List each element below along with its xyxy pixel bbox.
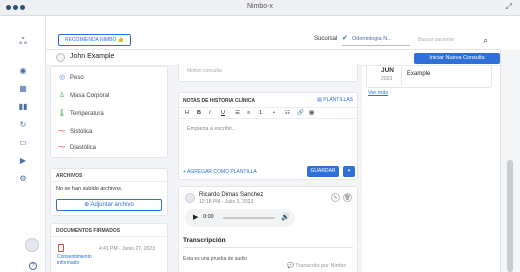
vital-item-temperature[interactable]: 🌡 Temperatura: [57, 109, 104, 117]
sucursal-label: Sucursal: [314, 36, 338, 42]
image-button[interactable]: ▦: [309, 110, 314, 116]
window-title: Nimbo-x: [246, 3, 274, 10]
templates-button[interactable]: ▤ PLANTILLAS: [317, 97, 353, 103]
notes-title: NOTAS DE HISTORIA CLÍNICA: [183, 98, 256, 104]
divider: [183, 247, 353, 248]
bold-button[interactable]: B: [197, 110, 201, 116]
heading-button[interactable]: H: [185, 110, 189, 116]
align-center-button[interactable]: ≡: [247, 110, 250, 116]
delete-icon[interactable]: 🗑: [343, 193, 352, 202]
files-card: ARCHIVOS No se han subido archivos. ⊕ Ad…: [50, 168, 168, 216]
transcription-title: Transcripción: [183, 237, 226, 244]
vital-item-systolic[interactable]: ⁓ Sistólica: [57, 127, 93, 135]
ordered-list-button[interactable]: 1.: [259, 110, 264, 116]
new-consult-button[interactable]: Iniciar Nueva Consulta: [414, 53, 500, 64]
person-icon: ♙: [58, 92, 66, 99]
patient-name: John Example: [70, 53, 115, 60]
fullscreen-icon[interactable]: ⤢: [506, 2, 512, 12]
appointment-title: Example: [407, 71, 431, 77]
bullet-list-button[interactable]: •: [273, 110, 275, 116]
sidebar-chat-icon[interactable]: ▭: [0, 138, 46, 147]
vital-item-diastolic[interactable]: ⁓ Diastólica: [57, 143, 97, 151]
recommend-button[interactable]: RECOMIENDA NIMBO 👍: [58, 34, 132, 46]
reason-card: Motivo consulta: [178, 64, 358, 82]
sidebar-calendar-icon[interactable]: ▦: [0, 84, 46, 93]
scrollbar-thumb[interactable]: [507, 160, 513, 272]
check-icon: ✔: [342, 35, 348, 42]
sidebar: ஃ ◉ ▦ ▮▮ ↻ ▭ ▶ ⚙: [0, 16, 46, 272]
transcription-text: Esta es una prueba de audio: [183, 256, 247, 262]
files-empty-text: No se han subido archivos.: [56, 186, 123, 192]
audio-progress-bar[interactable]: [223, 217, 275, 219]
align-left-button[interactable]: ☰: [235, 110, 240, 116]
user-avatar[interactable]: [25, 238, 39, 252]
edit-icon[interactable]: ✎: [331, 193, 340, 202]
divider: [401, 67, 402, 85]
document-date: 4:41 PM - Junio 27, 2023: [99, 246, 155, 252]
divider: [51, 181, 167, 182]
sidebar-reports-icon[interactable]: ▮▮: [0, 102, 46, 111]
thermometer-icon: 🌡: [57, 110, 67, 117]
italic-button[interactable]: I: [209, 110, 211, 116]
window-titlebar: Nimbo-x ⤢: [0, 0, 520, 16]
save-button[interactable]: GUARDAR: [307, 166, 339, 177]
pdf-icon: [58, 244, 64, 252]
divider: [51, 236, 167, 237]
scrollbar[interactable]: [500, 50, 520, 272]
vital-item-weight[interactable]: ◎ Peso: [57, 73, 84, 81]
add-template-button[interactable]: + AGREGAR COMO PLANTILLA: [183, 169, 257, 175]
sucursal-select[interactable]: ✔ Odontologia N...: [342, 32, 410, 46]
notes-editor[interactable]: Empieza a escribir...: [187, 126, 237, 132]
right-panel: JUN 2023 Example: [362, 66, 500, 272]
heartbeat-icon: ⁓: [58, 144, 66, 151]
sidebar-history-icon[interactable]: ↻: [0, 120, 46, 129]
save-options-button[interactable]: ▾: [343, 166, 355, 177]
link-button[interactable]: 🔗: [297, 110, 304, 116]
entry-author: Ricardo Dimas Sanchez: [199, 192, 264, 198]
entry-time: 12:18 PM - Julio 3, 2023: [199, 199, 254, 205]
heartbeat-icon: ⁓: [58, 128, 66, 135]
reason-input[interactable]: Motivo consulta: [187, 68, 222, 74]
see-more-link[interactable]: Ver más: [368, 90, 388, 96]
signed-documents-card: DOCUMENTOS FIRMADOS Consentimiento infor…: [50, 223, 168, 272]
vitals-card: ◎ Peso ♙ Masa Corporal 🌡 Temperatura ⁓ Sistó…: [50, 66, 168, 158]
document-link[interactable]: Consentimiento informado: [57, 254, 97, 266]
editor-toolbar: H B I U ☰ ≡ 1. • ☷ 🔗 ▦: [179, 107, 357, 119]
audio-time: 0:00: [203, 214, 214, 220]
help-icon[interactable]: ?: [29, 262, 37, 270]
sidebar-video-icon[interactable]: ▶: [0, 156, 46, 165]
underline-button[interactable]: U: [221, 110, 225, 116]
docs-title: DOCUMENTOS FIRMADOS: [56, 228, 121, 234]
files-title: ARCHIVOS: [56, 173, 83, 179]
patient-avatar: [56, 53, 65, 62]
sidebar-settings-icon[interactable]: ⚙: [0, 174, 46, 183]
scale-icon: ◎: [58, 74, 66, 81]
audio-player[interactable]: ▶ 0:00 🔊: [185, 209, 295, 227]
play-icon[interactable]: ▶: [193, 213, 198, 221]
search-icon[interactable]: ⌕: [484, 36, 488, 46]
appointment-card[interactable]: JUN 2023 Example: [366, 66, 492, 88]
transcribed-by-label: 💬 Transcrito por Nimbo: [287, 263, 347, 269]
appointment-month: JUN: [381, 67, 395, 74]
nimbo-logo-icon[interactable]: ஃ: [0, 36, 46, 48]
author-avatar: [185, 193, 195, 203]
volume-icon[interactable]: 🔊: [281, 213, 290, 221]
upload-file-button[interactable]: ⊕ Adjuntar archivo: [56, 199, 162, 211]
sidebar-patients-icon[interactable]: ◉: [0, 66, 46, 75]
appointment-year: 2023: [381, 76, 393, 82]
table-button[interactable]: ☷: [285, 110, 290, 116]
search-input[interactable]: Buscar paciente: [416, 34, 520, 47]
vital-item-bmi[interactable]: ♙ Masa Corporal: [57, 91, 110, 99]
sucursal-value: Odontologia N...: [352, 36, 392, 42]
consult-entry-card: Ricardo Dimas Sanchez 12:18 PM - Julio 3…: [178, 186, 358, 272]
top-bar: RECOMIENDA NIMBO 👍 Sucursal ✔ Odontologi…: [46, 16, 500, 50]
